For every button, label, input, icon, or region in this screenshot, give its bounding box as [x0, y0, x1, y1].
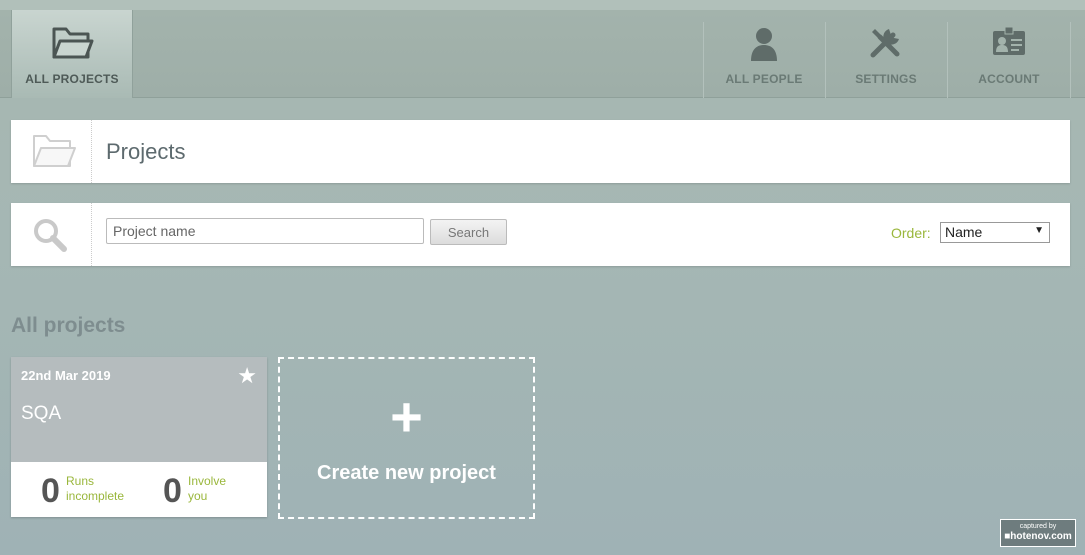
- create-new-project-label: Create new project: [317, 462, 496, 484]
- watermark: captured by ■hotenov.com: [1000, 519, 1076, 547]
- nav-divider: [1070, 22, 1071, 98]
- search-icon: [32, 217, 68, 258]
- top-navigation: ALL PROJECTS ALL PEOPLE SETTINGS ACCOUNT: [0, 0, 1085, 98]
- header-icon-cell: [11, 120, 92, 183]
- order-select[interactable]: Name ▼: [940, 222, 1050, 243]
- person-icon: [746, 25, 782, 64]
- star-icon[interactable]: ★: [237, 363, 257, 389]
- folder-icon: [50, 25, 94, 64]
- tab-settings-label: SETTINGS: [855, 72, 917, 86]
- tab-account[interactable]: ACCOUNT: [948, 10, 1070, 98]
- involve-you-label: Involve you: [188, 474, 226, 504]
- project-card-stats: 0 Runs incomplete 0 Involve you: [11, 462, 267, 517]
- id-card-icon: [991, 25, 1027, 60]
- runs-label-line2: incomplete: [66, 489, 125, 503]
- watermark-line2: ■hotenov.com: [1004, 531, 1072, 542]
- tab-all-people-label: ALL PEOPLE: [725, 72, 803, 86]
- project-name-search-input[interactable]: [106, 218, 424, 244]
- order-label: Order:: [891, 225, 931, 241]
- create-new-project-button[interactable]: + Create new project: [278, 357, 535, 519]
- order-select-value: Name: [945, 224, 983, 240]
- project-name[interactable]: SQA: [21, 403, 61, 425]
- chevron-down-icon: ▼: [1034, 225, 1044, 236]
- tab-account-label: ACCOUNT: [978, 72, 1040, 86]
- tab-all-people[interactable]: ALL PEOPLE: [704, 10, 824, 98]
- tab-all-projects-label: ALL PROJECTS: [25, 72, 119, 86]
- involve-label-line1: Involve: [188, 474, 227, 488]
- plus-icon: +: [390, 385, 423, 448]
- search-icon-cell: [11, 203, 92, 266]
- involve-you-count: 0: [163, 472, 182, 510]
- search-bar: Search Order: Name ▼: [11, 203, 1070, 266]
- tab-settings[interactable]: SETTINGS: [826, 10, 946, 98]
- runs-incomplete-count: 0: [41, 472, 60, 510]
- page-header: Projects: [11, 120, 1070, 183]
- tab-all-projects[interactable]: ALL PROJECTS: [11, 10, 133, 98]
- search-button[interactable]: Search: [430, 219, 507, 245]
- section-title: All projects: [11, 314, 126, 337]
- project-card[interactable]: 22nd Mar 2019 ★ SQA 0 Runs incomplete 0 …: [11, 357, 267, 517]
- runs-label-line1: Runs: [66, 474, 95, 488]
- project-card-header: 22nd Mar 2019 ★ SQA: [11, 357, 267, 462]
- watermark-line1: captured by: [1019, 523, 1057, 530]
- involve-label-line2: you: [188, 489, 208, 503]
- tools-icon: [867, 25, 905, 64]
- project-date: 22nd Mar 2019: [21, 368, 111, 383]
- page-title: Projects: [106, 139, 186, 164]
- runs-incomplete-label: Runs incomplete: [66, 474, 124, 504]
- folder-icon: [31, 132, 77, 175]
